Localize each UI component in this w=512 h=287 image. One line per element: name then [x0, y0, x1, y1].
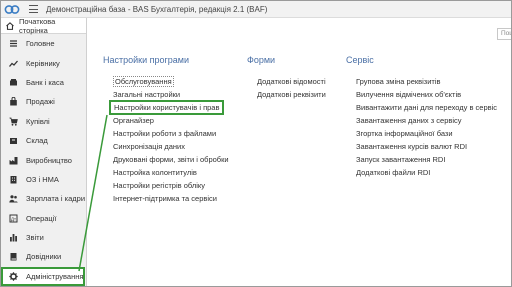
search-input[interactable]: Пошук [497, 28, 511, 40]
trend-icon [9, 59, 18, 68]
link-import-from-service[interactable]: Завантаження даних з сервісу [356, 114, 497, 127]
sidebar-item-label: Операції [26, 213, 57, 223]
link-additional-info[interactable]: Додаткові відомості [257, 75, 326, 88]
app-window: Демонстраційна база - BAS Бухгалтерія, р… [0, 0, 512, 287]
dt-kt-icon: Дт [9, 214, 18, 223]
sidebar-item-sales[interactable]: Продажі [1, 92, 86, 111]
link-rdi-files[interactable]: Додаткові файли RDI [356, 166, 497, 179]
book-icon [9, 252, 18, 261]
link-print-forms[interactable]: Друковані форми, звіти і обробки [113, 153, 229, 166]
hamburger-menu-icon[interactable] [29, 5, 38, 13]
link-users-and-rights-settings[interactable]: Настройки користувачів і прав [109, 100, 229, 115]
title-bar: Демонстраційна база - BAS Бухгалтерія, р… [1, 1, 511, 18]
sidebar-item-warehouse[interactable]: Склад [1, 131, 86, 150]
bas-logo-icon [4, 4, 20, 15]
sidebar-item-manager[interactable]: Керівнику [1, 53, 86, 72]
link-run-rdi-import[interactable]: Запуск завантаження RDI [356, 153, 497, 166]
sidebar-item-label: Головне [26, 39, 55, 49]
list-icon [9, 39, 18, 48]
sidebar-item-bank[interactable]: Банк і каса [1, 73, 86, 92]
bag-icon [9, 97, 18, 106]
link-additional-attributes[interactable]: Додаткові реквізити [257, 88, 326, 101]
sidebar-item-label: Купівлі [26, 116, 50, 126]
sidebar-item-label: ОЗ і НМА [26, 174, 59, 184]
link-export-to-service[interactable]: Вивантажити дані для переходу в сервіс [356, 101, 497, 114]
building-icon [9, 175, 18, 184]
cart-icon [9, 117, 18, 126]
sidebar-item-label: Склад [26, 136, 48, 146]
sidebar-item-salary[interactable]: Зарплата і кадри [1, 189, 86, 208]
sidebar-item-label: Довідники [26, 252, 62, 262]
box-icon [9, 136, 18, 145]
svg-text:Дт: Дт [11, 216, 16, 221]
bank-icon [9, 78, 18, 87]
link-infobase-compaction[interactable]: Згортка інформаційної бази [356, 127, 497, 140]
link-file-settings[interactable]: Настройки роботи з файлами [113, 127, 229, 140]
link-maintenance[interactable]: Обслуговування [113, 75, 229, 88]
link-data-sync[interactable]: Синхронізація даних [113, 140, 229, 153]
forms-section: Форми Додаткові відомості Додаткові рекв… [247, 55, 326, 101]
sidebar-item-production[interactable]: Виробництво [1, 150, 86, 169]
service-section: Сервіс Групова зміна реквізитів Вилученн… [346, 55, 497, 179]
section-title: Сервіс [346, 55, 374, 65]
sidebar-item-purchases[interactable]: Купівлі [1, 112, 86, 131]
link-organizer[interactable]: Органайзер [113, 114, 229, 127]
home-page-tab[interactable]: Початкова сторінка [1, 16, 86, 35]
link-internet-support[interactable]: Інтернет-підтримка та сервіси [113, 192, 229, 205]
sidebar-item-label: Звіти [26, 233, 44, 243]
section-title: Настройки програми [103, 55, 190, 65]
sidebar-item-label: Банк і каса [26, 77, 64, 87]
sidebar-item-label: Продажі [26, 97, 55, 107]
home-page-label: Початкова сторінка [18, 16, 56, 35]
sidebar-item-directories[interactable]: Довідники [1, 247, 86, 266]
window-title: Демонстраційна база - BAS Бухгалтерія, р… [46, 4, 268, 14]
sidebar-item-reports[interactable]: Звіти [1, 228, 86, 247]
section-title: Форми [247, 55, 276, 65]
link-group-edit[interactable]: Групова зміна реквізитів [356, 75, 497, 88]
link-delete-marked[interactable]: Вилучення відмічених об'єктів [356, 88, 497, 101]
sidebar: Початкова сторінка Головне Керівнику Бан… [1, 16, 87, 286]
sidebar-item-label: Керівнику [26, 58, 60, 68]
gear-icon [9, 272, 18, 281]
link-headers-footers[interactable]: Настройка колонтитулів [113, 166, 229, 179]
people-icon [9, 194, 18, 203]
sidebar-item-fixed-assets[interactable]: ОЗ і НМА [1, 170, 86, 189]
main-content: Пошук Настройки програми Обслуговування … [88, 18, 511, 286]
sidebar-item-main[interactable]: Головне [1, 34, 86, 53]
factory-icon [9, 156, 18, 165]
home-icon [6, 21, 14, 30]
sidebar-item-label: Адміністрування [26, 271, 84, 281]
sidebar-item-label: Зарплата і кадри [26, 194, 86, 204]
link-currency-rates-rdi[interactable]: Завантаження курсів валют RDI [356, 140, 497, 153]
sidebar-item-operations[interactable]: Дт Операції [1, 209, 86, 228]
bar-chart-icon [9, 233, 18, 242]
sidebar-item-label: Виробництво [26, 155, 72, 165]
settings-section: Настройки програми Обслуговування Загаль… [103, 55, 229, 205]
link-registers-settings[interactable]: Настройки регістрів обліку [113, 179, 229, 192]
sidebar-item-administration[interactable]: Адміністрування [1, 266, 85, 286]
